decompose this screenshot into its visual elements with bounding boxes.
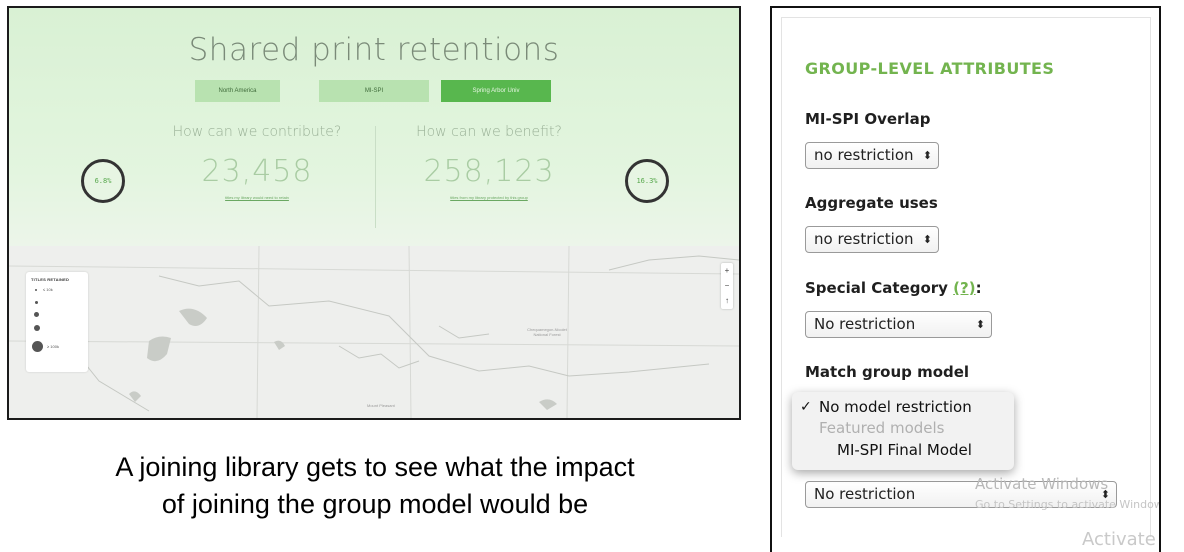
benefit-question: How can we benefit? [416, 124, 562, 140]
tab-spring-arbor[interactable]: Spring Arbor Univ [441, 80, 551, 102]
caption-line-2: of joining the group model would be [161, 489, 589, 519]
special-category-select-value: No restriction [814, 315, 916, 333]
caption-line-1: A joining library gets to see what the i… [115, 452, 635, 482]
overlap-select-value: no restriction [814, 146, 914, 164]
special-category-label: Special Category (?): [805, 279, 982, 297]
contribute-percent-ring: 6.8% [81, 159, 125, 203]
overlap-label: MI-SPI Overlap [805, 110, 931, 128]
group-attributes-panel: GROUP-LEVEL ATTRIBUTES MI-SPI Overlap no… [770, 6, 1161, 552]
slide-caption: A joining library gets to see what the i… [0, 449, 750, 523]
contribute-percent: 6.8% [94, 177, 112, 185]
activate-windows-subtitle: Go to Settings to activate Windows. [975, 498, 1161, 511]
special-category-colon: : [975, 279, 982, 297]
legend-dot-4 [34, 325, 40, 331]
benefit-link[interactable]: titles from my library protected by this… [389, 195, 589, 200]
aggregate-label: Aggregate uses [805, 194, 938, 212]
match-group-model-label: Match group model [805, 363, 970, 381]
metrics-divider [375, 126, 376, 228]
aggregate-select[interactable]: no restriction ⬍ [805, 226, 939, 253]
aggregate-select-value: no restriction [814, 230, 914, 248]
legend-dot-3 [34, 312, 39, 317]
map[interactable]: Chequamegon-Nicolet National Forest Moun… [9, 246, 739, 418]
tab-mi-spi[interactable]: MI-SPI [319, 80, 429, 102]
select-arrows-icon: ⬍ [922, 233, 932, 246]
overlap-select[interactable]: no restriction ⬍ [805, 142, 939, 169]
map-label-forest: Chequamegon-Nicolet National Forest [527, 327, 567, 337]
restriction-select-value: No restriction [814, 485, 916, 503]
legend-dot-1 [35, 289, 37, 291]
map-legend: TITLES RETAINED ≤ 10k ≥ 100k [26, 272, 88, 372]
special-category-text: Special Category [805, 279, 948, 297]
activate-windows-watermark: Activate Windows [975, 475, 1109, 493]
legend-max-label: ≥ 100k [47, 344, 59, 349]
special-category-select[interactable]: No restriction ⬍ [805, 311, 992, 338]
legend-title: TITLES RETAINED [31, 277, 70, 282]
tab-north-america[interactable]: North America [195, 80, 280, 102]
benefit-percent-ring: 16.3% [625, 159, 669, 203]
contribute-question: How can we contribute? [172, 124, 342, 140]
north-arrow-icon[interactable]: ↑ [721, 293, 733, 308]
dropdown-group-header: Featured models [819, 419, 945, 437]
legend-min-label: ≤ 10k [43, 287, 53, 292]
special-category-help-link[interactable]: (?) [953, 279, 975, 297]
select-arrows-icon: ⬍ [922, 149, 932, 162]
legend-dot-2 [35, 301, 38, 304]
section-heading: GROUP-LEVEL ATTRIBUTES [805, 59, 1055, 78]
page-title: Shared print retentions [188, 32, 560, 68]
retention-dashboard-screenshot: Chequamegon-Nicolet National Forest Moun… [7, 6, 741, 420]
select-arrows-icon: ⬍ [975, 318, 985, 331]
activate-windows-ghost-text: Activate [1082, 529, 1156, 550]
zoom-in-button[interactable]: + [721, 263, 733, 278]
dropdown-option-mi-spi-final[interactable]: MI-SPI Final Model [792, 438, 1014, 462]
zoom-out-button[interactable]: − [721, 278, 733, 293]
contribute-link[interactable]: titles my library would need to retain [157, 195, 357, 200]
dropdown-option-label: No model restriction [819, 398, 972, 416]
map-label-town: Mount Pleasant [367, 403, 395, 408]
legend-dot-5 [32, 341, 43, 352]
map-background [9, 246, 739, 418]
match-group-model-dropdown[interactable]: ✓ No model restriction Featured models M… [792, 392, 1014, 470]
benefit-percent: 16.3% [636, 177, 658, 185]
benefit-count: 258,123 [423, 154, 555, 189]
map-zoom-controls: + − ↑ [721, 263, 733, 309]
contribute-count: 23,458 [201, 154, 313, 189]
